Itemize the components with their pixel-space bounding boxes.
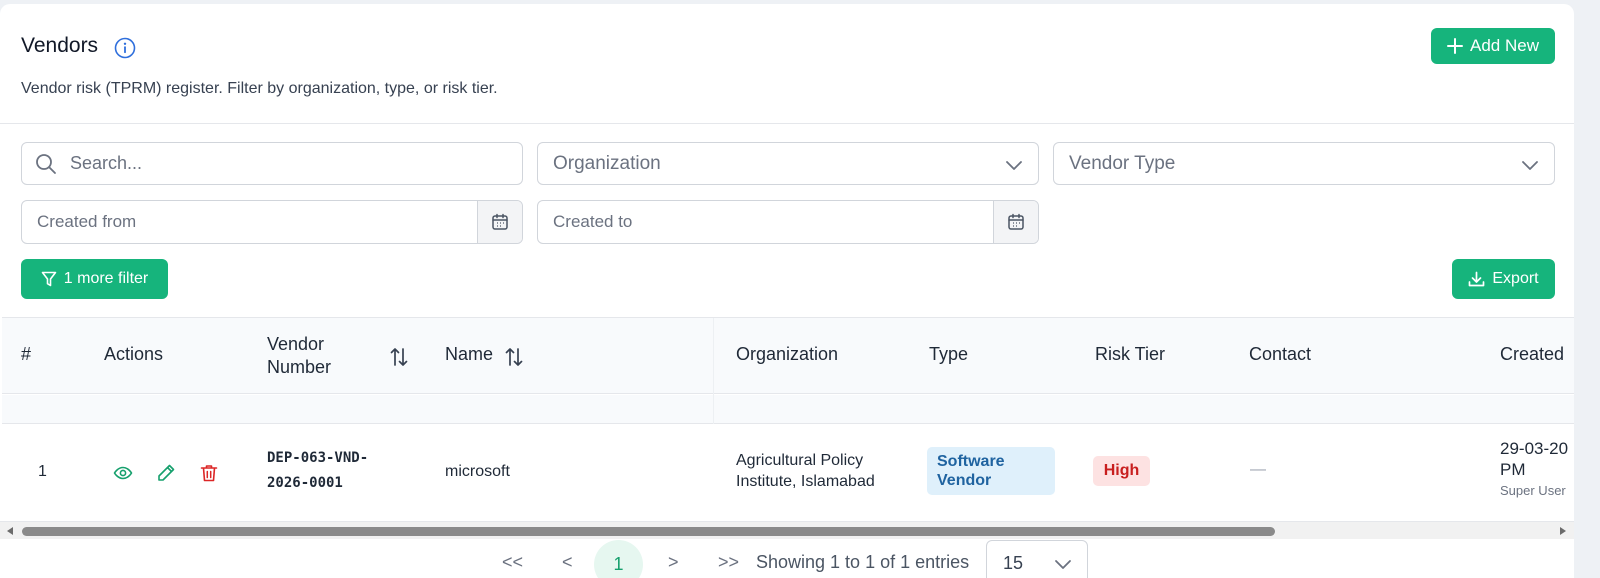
page-1-button[interactable]: 1 — [594, 540, 643, 578]
column-header-actions: Actions — [104, 344, 164, 364]
calendar-icon — [1008, 213, 1024, 230]
pagination: << < 1 > >> Showing 1 to 1 of 1 entries … — [0, 540, 1574, 578]
info-icon[interactable] — [114, 37, 136, 59]
column-header-index: # — [21, 344, 32, 364]
vendor-contact: — — [1250, 461, 1266, 478]
entries-info: Showing 1 to 1 of 1 entries — [756, 552, 970, 572]
organization-line2: Institute, Islamabad — [736, 473, 875, 490]
column-header-organization: Organization — [736, 344, 839, 364]
vendor-number-line1: DEP-063-VND- — [267, 450, 369, 466]
page-title: Vendors — [21, 34, 99, 57]
vendor-created: 29-03-20 PM Super User — [1500, 438, 1568, 501]
chevron-down-icon — [1006, 161, 1022, 170]
column-header-vendor-number[interactable]: Vendor Number — [267, 333, 331, 379]
column-header-contact: Contact — [1249, 344, 1312, 364]
sort-icon[interactable] — [389, 346, 409, 368]
last-page-button[interactable]: >> — [718, 552, 739, 573]
organization-placeholder: Organization — [553, 152, 661, 174]
download-icon — [1469, 271, 1485, 286]
organization-select[interactable]: Organization — [537, 142, 1039, 185]
vendor-number-header-line2: Number — [267, 357, 332, 377]
chevron-down-icon — [1522, 161, 1538, 170]
table-row: 1 DEP-063-VND- 2026-0001 microsoft Agric… — [2, 425, 1574, 524]
more-filter-label: 1 more filter — [63, 270, 149, 287]
export-button[interactable]: Export — [1452, 259, 1555, 299]
horizontal-scrollbar[interactable] — [0, 521, 1574, 539]
created-to-field[interactable]: Created to — [537, 200, 1039, 244]
vendor-type-select[interactable]: Vendor Type — [1053, 142, 1555, 185]
vendor-type-placeholder: Vendor Type — [1069, 152, 1176, 174]
column-header-created: Created — [1500, 344, 1565, 364]
scroll-right-arrow[interactable] — [1560, 527, 1566, 535]
vendor-number-header-line1: Vendor — [267, 334, 325, 354]
next-page-button[interactable]: > — [668, 552, 679, 573]
vendor-organization: Agricultural Policy Institute, Islamabad — [736, 450, 875, 492]
add-new-button[interactable]: Add New — [1431, 28, 1555, 64]
per-page-value: 15 — [1003, 553, 1024, 573]
column-header-name[interactable]: Name — [445, 344, 493, 365]
created-line2: PM — [1500, 460, 1526, 479]
chevron-down-icon — [1055, 560, 1071, 569]
more-filter-button[interactable]: 1 more filter — [21, 259, 168, 299]
column-divider — [713, 318, 714, 424]
export-label: Export — [1492, 270, 1539, 287]
scrollbar-thumb[interactable] — [22, 527, 1275, 536]
created-by: Super User — [1500, 483, 1566, 498]
risk-tier-badge: High — [1093, 456, 1150, 486]
organization-line1: Agricultural Policy — [736, 452, 864, 469]
search-icon — [36, 154, 56, 174]
sort-icon[interactable] — [504, 346, 524, 368]
view-eye-icon[interactable] — [113, 463, 133, 483]
type-badge: Software Vendor — [927, 447, 1055, 495]
per-page-select[interactable]: 15 — [986, 540, 1088, 578]
search-placeholder: Search... — [70, 153, 143, 173]
vendors-table: # Actions Vendor Number Name Organizatio… — [2, 317, 1574, 524]
add-new-label: Add New — [1470, 36, 1539, 55]
column-header-risk-tier: Risk Tier — [1095, 344, 1166, 364]
vendors-card: Vendors Vendor risk (TPRM) register. Fil… — [0, 4, 1574, 578]
created-from-placeholder: Created from — [37, 212, 137, 231]
scroll-left-arrow[interactable] — [7, 527, 13, 535]
search-input[interactable]: Search... — [21, 142, 523, 185]
prev-page-button[interactable]: < — [562, 552, 573, 573]
row-index: 1 — [38, 463, 47, 480]
created-from-field[interactable]: Created from — [21, 200, 523, 244]
filter-icon — [41, 271, 57, 286]
calendar-icon — [492, 213, 508, 230]
created-from-calendar-button[interactable] — [477, 201, 522, 243]
plus-icon — [1447, 38, 1463, 54]
type-line2: Vendor — [937, 472, 992, 489]
created-to-placeholder: Created to — [553, 212, 633, 231]
edit-pencil-icon[interactable] — [156, 463, 176, 483]
vendor-name: microsoft — [445, 463, 510, 480]
column-filter-row — [2, 395, 1574, 424]
delete-trash-icon[interactable] — [199, 463, 219, 483]
table-header: # Actions Vendor Number Name Organizatio… — [2, 318, 1574, 394]
page-header: Vendors Vendor risk (TPRM) register. Fil… — [0, 4, 1574, 124]
created-line1: 29-03-20 — [1500, 439, 1569, 458]
page-subtitle: Vendor risk (TPRM) register. Filter by o… — [21, 80, 498, 97]
vendor-number: DEP-063-VND- 2026-0001 — [267, 446, 368, 496]
type-line1: Software — [937, 453, 1005, 470]
vendor-number-line2: 2026-0001 — [267, 475, 343, 491]
first-page-button[interactable]: << — [502, 552, 523, 573]
created-to-calendar-button[interactable] — [993, 201, 1038, 243]
column-header-type: Type — [929, 344, 969, 364]
